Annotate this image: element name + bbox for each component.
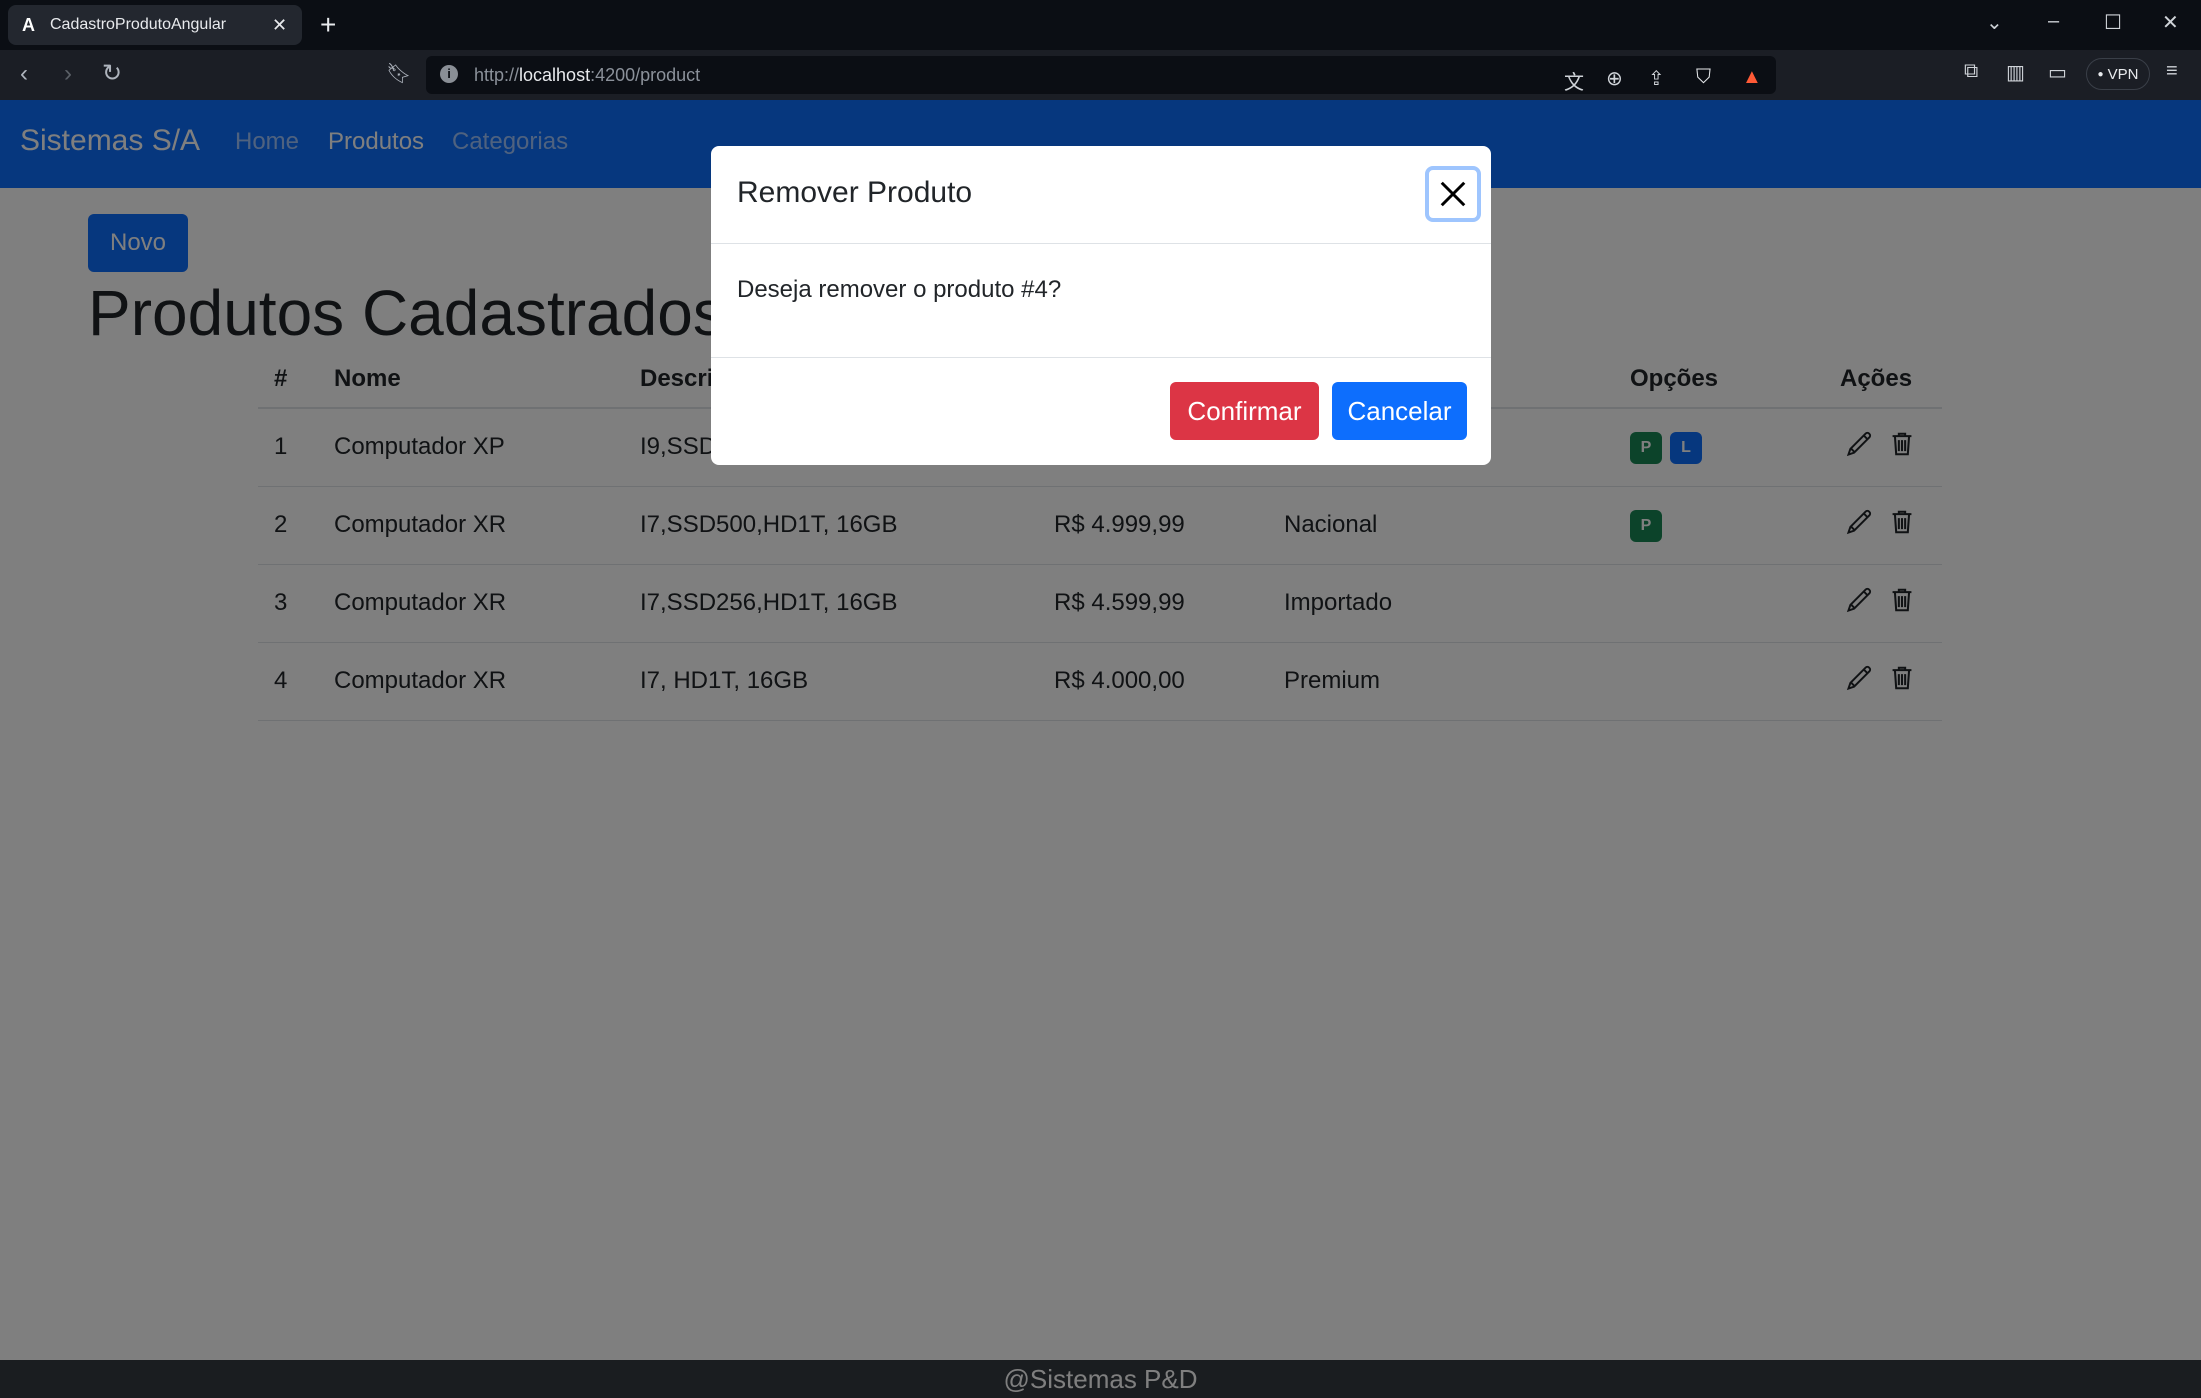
translate-icon[interactable]: 文 [1564, 66, 1584, 95]
brave-shields-icon[interactable]: ⛉ [1696, 66, 1711, 89]
address-bar[interactable]: i http://localhost:4200/product 文 ⊕ ⇪ ⛉ … [426, 56, 1776, 94]
share-icon[interactable]: ⇪ [1648, 66, 1665, 91]
site-info-icon[interactable]: i [440, 65, 458, 83]
browser-tab[interactable]: A CadastroProdutoAngular ✕ [8, 5, 302, 45]
modal-close-button[interactable] [1425, 166, 1481, 222]
tab-close-icon[interactable]: ✕ [272, 15, 302, 36]
back-icon[interactable]: ‹ [20, 60, 28, 88]
forward-icon[interactable]: › [64, 60, 72, 88]
reload-icon[interactable]: ↻ [102, 60, 122, 88]
bookmark-icon[interactable]: 🔖︎ [386, 60, 411, 88]
minimize-icon[interactable]: – [2048, 10, 2059, 33]
extensions-icon[interactable]: ⧉ [1964, 60, 1978, 83]
modal-header: Remover Produto [711, 146, 1491, 244]
modal-body: Deseja remover o produto #4? [711, 244, 1491, 358]
vpn-button[interactable]: ● VPN [2086, 58, 2150, 90]
modal-message: Deseja remover o produto #4? [737, 276, 1062, 303]
window-close-icon[interactable]: ✕ [2162, 10, 2179, 35]
browser-tabbar: A CadastroProdutoAngular ✕ + ⌄ – ☐ ✕ [0, 0, 2201, 50]
close-icon [1440, 181, 1466, 207]
maximize-icon[interactable]: ☐ [2104, 10, 2122, 35]
wallet-icon[interactable]: ▭ [2048, 60, 2067, 85]
browser-toolbar: ‹ › ↻ 🔖︎ i http://localhost:4200/product… [0, 50, 2201, 100]
angular-favicon-icon: A [22, 14, 35, 35]
zoom-icon[interactable]: ⊕ [1606, 66, 1623, 91]
menu-icon[interactable]: ≡ [2166, 60, 2178, 83]
tab-list-chevron-icon[interactable]: ⌄ [1986, 10, 2003, 35]
remove-product-modal: Remover Produto Deseja remover o produto… [711, 146, 1491, 465]
cancel-button[interactable]: Cancelar [1332, 382, 1467, 440]
tab-title: CadastroProdutoAngular [50, 16, 227, 33]
url-text[interactable]: http://localhost:4200/product [474, 65, 700, 86]
new-tab-icon[interactable]: + [320, 8, 336, 42]
sidebar-icon[interactable]: ▥ [2006, 60, 2025, 85]
brave-rewards-icon[interactable]: ▲ [1742, 66, 1762, 89]
confirm-button[interactable]: Confirmar [1170, 382, 1319, 440]
modal-title: Remover Produto [737, 176, 973, 209]
